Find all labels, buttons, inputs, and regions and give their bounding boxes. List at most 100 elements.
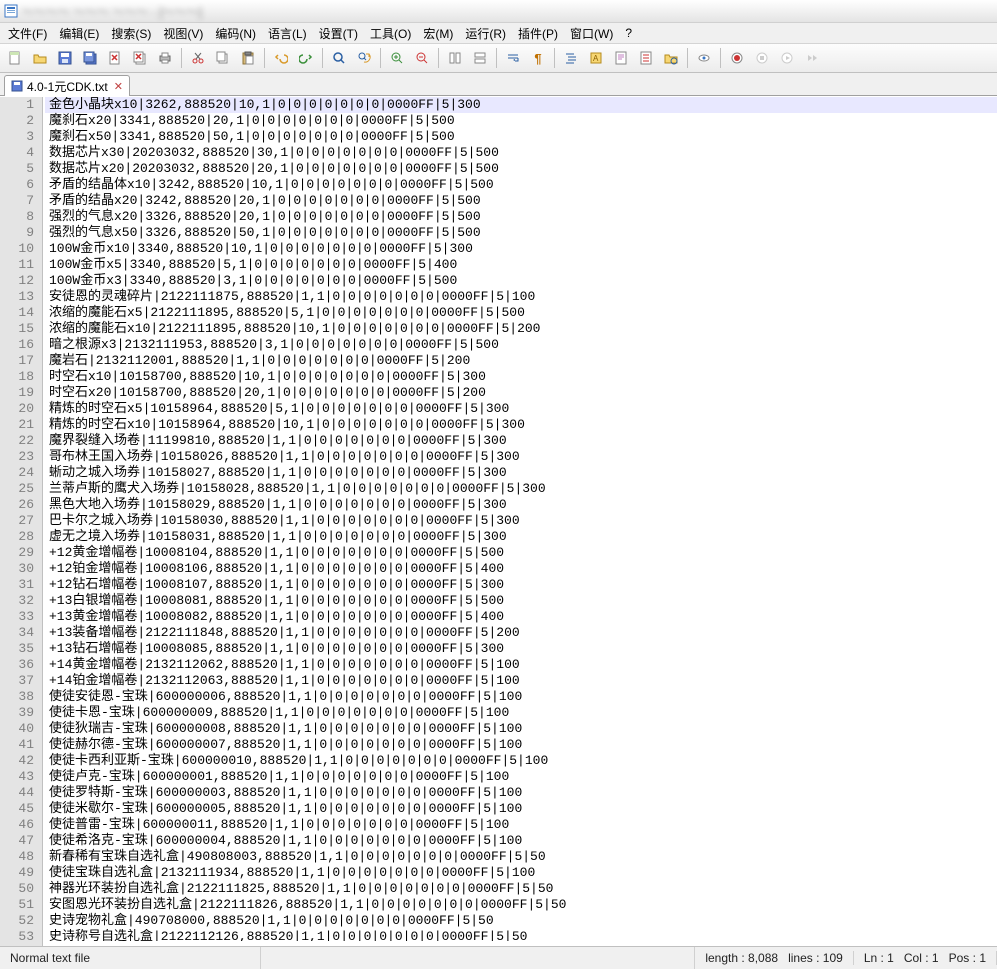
code-editor[interactable]: 金色小晶块x10|3262,888520|10,1|0|0|0|0|0|0|0|… <box>43 97 997 946</box>
find-button[interactable] <box>327 46 351 70</box>
menu-search[interactable]: 搜索(S) <box>105 23 157 44</box>
code-line[interactable]: 哥布林王国入场券|10158026,888520|1,1|0|0|0|0|0|0… <box>45 449 997 465</box>
code-line[interactable]: 使徒宝珠自选礼盒|2132111934,888520|1,1|0|0|0|0|0… <box>45 865 997 881</box>
cut-button[interactable] <box>186 46 210 70</box>
code-line[interactable]: 矛盾的结晶体x10|3242,888520|10,1|0|0|0|0|0|0|0… <box>45 177 997 193</box>
code-line[interactable]: 强烈的气息x20|3326,888520|20,1|0|0|0|0|0|0|0|… <box>45 209 997 225</box>
print-button[interactable] <box>153 46 177 70</box>
menu-file[interactable]: 文件(F) <box>2 23 53 44</box>
monitor-button[interactable] <box>692 46 716 70</box>
menu-run[interactable]: 运行(R) <box>459 23 512 44</box>
menu-language[interactable]: 语言(L) <box>262 23 313 44</box>
redo-button[interactable] <box>294 46 318 70</box>
code-line[interactable]: 魔刹石x20|3341,888520|20,1|0|0|0|0|0|0|0|00… <box>45 113 997 129</box>
file-tab[interactable]: 4.0-1元CDK.txt ✕ <box>4 75 130 96</box>
code-line[interactable]: 虚无之境入场券|10158031,888520|1,1|0|0|0|0|0|0|… <box>45 529 997 545</box>
menu-edit[interactable]: 编辑(E) <box>53 23 105 44</box>
new-file-button[interactable] <box>3 46 27 70</box>
open-file-button[interactable] <box>28 46 52 70</box>
code-line[interactable]: +12铂金增幅卷|10008106,888520|1,1|0|0|0|0|0|0… <box>45 561 997 577</box>
sync-vertical-button[interactable] <box>443 46 467 70</box>
code-line[interactable]: 新春稀有宝珠自选礼盒|490808003,888520|1,1|0|0|0|0|… <box>45 849 997 865</box>
code-line[interactable]: +12钻石增幅卷|10008107,888520|1,1|0|0|0|0|0|0… <box>45 577 997 593</box>
code-line[interactable]: 使徒米歇尔-宝珠|600000005,888520|1,1|0|0|0|0|0|… <box>45 801 997 817</box>
code-line[interactable]: 使徒卡恩-宝珠|600000009,888520|1,1|0|0|0|0|0|0… <box>45 705 997 721</box>
code-line[interactable]: 浓缩的魔能石x10|2122111895,888520|10,1|0|0|0|0… <box>45 321 997 337</box>
zoom-out-button[interactable] <box>410 46 434 70</box>
code-line[interactable]: 浓缩的魔能石x5|2122111895,888520|5,1|0|0|0|0|0… <box>45 305 997 321</box>
macro-play-multi-button[interactable] <box>800 46 824 70</box>
show-all-chars-button[interactable]: ¶ <box>526 46 550 70</box>
code-line[interactable]: +13白银增幅卷|10008081,888520|1,1|0|0|0|0|0|0… <box>45 593 997 609</box>
menu-window[interactable]: 窗口(W) <box>564 23 619 44</box>
code-line[interactable]: 使徒狄瑞吉-宝珠|600000008,888520|1,1|0|0|0|0|0|… <box>45 721 997 737</box>
code-line[interactable]: +12黄金增幅卷|10008104,888520|1,1|0|0|0|0|0|0… <box>45 545 997 561</box>
code-line[interactable]: 时空石x10|10158700,888520|10,1|0|0|0|0|0|0|… <box>45 369 997 385</box>
code-line[interactable]: 兰蒂卢斯的鹰犬入场券|10158028,888520|1,1|0|0|0|0|0… <box>45 481 997 497</box>
macro-play-button[interactable] <box>775 46 799 70</box>
menu-plugins[interactable]: 插件(P) <box>512 23 564 44</box>
code-line[interactable]: 巴卡尔之城入场券|10158030,888520|1,1|0|0|0|0|0|0… <box>45 513 997 529</box>
code-line[interactable]: 使徒安徒恩-宝珠|600000006,888520|1,1|0|0|0|0|0|… <box>45 689 997 705</box>
close-file-button[interactable] <box>103 46 127 70</box>
code-line[interactable]: 精炼的时空石x10|10158964,888520|10,1|0|0|0|0|0… <box>45 417 997 433</box>
doc-map-button[interactable] <box>609 46 633 70</box>
menu-view[interactable]: 视图(V) <box>157 23 209 44</box>
close-tab-icon[interactable]: ✕ <box>114 80 123 93</box>
code-line[interactable]: 金色小晶块x10|3262,888520|10,1|0|0|0|0|0|0|0|… <box>45 97 997 113</box>
code-line[interactable]: 使徒希洛克-宝珠|600000004,888520|1,1|0|0|0|0|0|… <box>45 833 997 849</box>
copy-button[interactable] <box>211 46 235 70</box>
code-line[interactable]: 使徒普雷-宝珠|600000011,888520|1,1|0|0|0|0|0|0… <box>45 817 997 833</box>
code-line[interactable]: 数据芯片x20|20203032,888520|20,1|0|0|0|0|0|0… <box>45 161 997 177</box>
code-line[interactable]: +13黄金增幅卷|10008082,888520|1,1|0|0|0|0|0|0… <box>45 609 997 625</box>
save-all-button[interactable] <box>78 46 102 70</box>
function-list-button[interactable] <box>634 46 658 70</box>
code-line[interactable]: 使徒赫尔德-宝珠|600000007,888520|1,1|0|0|0|0|0|… <box>45 737 997 753</box>
undo-button[interactable] <box>269 46 293 70</box>
code-line[interactable]: +13装备增幅卷|2122111848,888520|1,1|0|0|0|0|0… <box>45 625 997 641</box>
code-line[interactable]: 使徒卡西利亚斯-宝珠|600000010,888520|1,1|0|0|0|0|… <box>45 753 997 769</box>
code-line[interactable]: 安图恩光环装扮自选礼盒|2122111826,888520|1,1|0|0|0|… <box>45 897 997 913</box>
folder-workspace-button[interactable] <box>659 46 683 70</box>
close-all-button[interactable] <box>128 46 152 70</box>
code-line[interactable]: 精炼的时空石x5|10158964,888520|5,1|0|0|0|0|0|0… <box>45 401 997 417</box>
code-line[interactable]: 黑色大地入场券|10158029,888520|1,1|0|0|0|0|0|0|… <box>45 497 997 513</box>
code-line[interactable]: +14黄金增幅卷|2132112062,888520|1,1|0|0|0|0|0… <box>45 657 997 673</box>
zoom-in-button[interactable] <box>385 46 409 70</box>
code-line[interactable]: 100W金币x3|3340,888520|3,1|0|0|0|0|0|0|0|0… <box>45 273 997 289</box>
paste-button[interactable] <box>236 46 260 70</box>
macro-stop-button[interactable] <box>750 46 774 70</box>
code-line[interactable]: 魔岩石|2132112001,888520|1,1|0|0|0|0|0|0|0|… <box>45 353 997 369</box>
code-line[interactable]: 时空石x20|10158700,888520|20,1|0|0|0|0|0|0|… <box>45 385 997 401</box>
menu-settings[interactable]: 设置(T) <box>313 23 364 44</box>
code-line[interactable]: 使徒卢克-宝珠|600000001,888520|1,1|0|0|0|0|0|0… <box>45 769 997 785</box>
menu-macro[interactable]: 宏(M) <box>417 23 459 44</box>
code-line[interactable]: 魔刹石x50|3341,888520|50,1|0|0|0|0|0|0|0|00… <box>45 129 997 145</box>
code-line[interactable]: +14铂金增幅卷|2132112063,888520|1,1|0|0|0|0|0… <box>45 673 997 689</box>
menu-tools[interactable]: 工具(O) <box>364 23 417 44</box>
word-wrap-button[interactable] <box>501 46 525 70</box>
code-line[interactable]: 强烈的气息x50|3326,888520|50,1|0|0|0|0|0|0|0|… <box>45 225 997 241</box>
code-line[interactable]: 安徒恩的灵魂碎片|2122111875,888520|1,1|0|0|0|0|0… <box>45 289 997 305</box>
code-line[interactable]: 蜥动之城入场券|10158027,888520|1,1|0|0|0|0|0|0|… <box>45 465 997 481</box>
code-line[interactable]: 史诗宠物礼盒|490708000,888520|1,1|0|0|0|0|0|0|… <box>45 913 997 929</box>
status-cursor: Ln : 1 Col : 1 Pos : 1 <box>854 951 997 965</box>
code-line[interactable]: 暗之根源x3|2132111953,888520|3,1|0|0|0|0|0|0… <box>45 337 997 353</box>
indent-guide-button[interactable] <box>559 46 583 70</box>
code-line[interactable]: +13钻石增幅卷|10008085,888520|1,1|0|0|0|0|0|0… <box>45 641 997 657</box>
save-button[interactable] <box>53 46 77 70</box>
code-line[interactable]: 史诗称号自选礼盒|2122112126,888520|1,1|0|0|0|0|0… <box>45 929 997 941</box>
code-line[interactable]: 100W金币x5|3340,888520|5,1|0|0|0|0|0|0|0|0… <box>45 257 997 273</box>
code-line[interactable]: 数据芯片x30|20203032,888520|30,1|0|0|0|0|0|0… <box>45 145 997 161</box>
code-line[interactable]: 神器光环装扮自选礼盒|2122111825,888520|1,1|0|0|0|0… <box>45 881 997 897</box>
sync-horizontal-button[interactable] <box>468 46 492 70</box>
user-lang-button[interactable]: A <box>584 46 608 70</box>
code-line[interactable]: 魔界裂缝入场卷|11199810,888520|1,1|0|0|0|0|0|0|… <box>45 433 997 449</box>
code-line[interactable]: 100W金币x10|3340,888520|10,1|0|0|0|0|0|0|0… <box>45 241 997 257</box>
menu-help[interactable]: ? <box>619 24 638 42</box>
code-line[interactable]: 矛盾的结晶x20|3242,888520|20,1|0|0|0|0|0|0|0|… <box>45 193 997 209</box>
code-line[interactable]: 使徒罗特斯-宝珠|600000003,888520|1,1|0|0|0|0|0|… <box>45 785 997 801</box>
menu-encoding[interactable]: 编码(N) <box>209 23 262 44</box>
replace-button[interactable] <box>352 46 376 70</box>
macro-record-button[interactable] <box>725 46 749 70</box>
